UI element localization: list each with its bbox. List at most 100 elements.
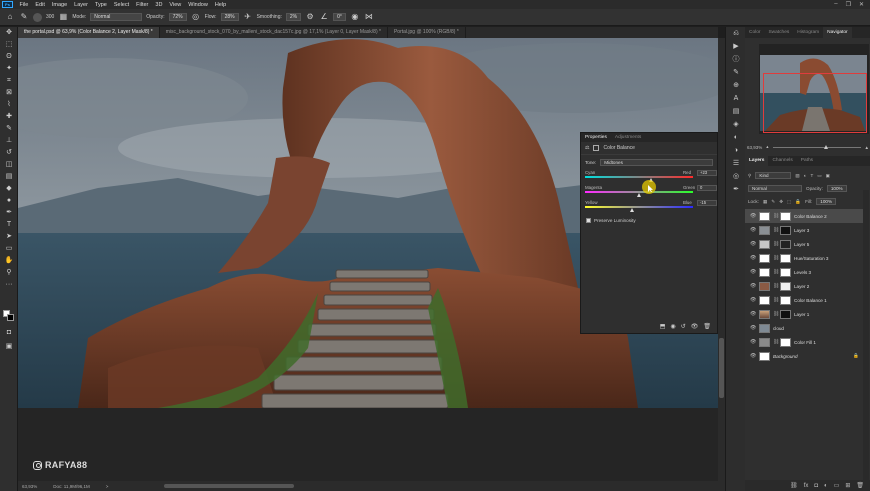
layer-opacity-field[interactable]: 100% [826, 185, 847, 192]
menu-filter[interactable]: Filter [133, 2, 152, 8]
flow-field[interactable]: 28% [220, 13, 239, 21]
menu-3d[interactable]: 3D [152, 2, 166, 8]
symmetry-icon[interactable]: ⋈ [364, 12, 374, 22]
status-zoom[interactable]: 63,93% [22, 484, 37, 489]
status-arrow[interactable]: > [106, 484, 109, 489]
layer-row[interactable]: 👁 ⛓ Layer 5 [745, 237, 863, 251]
preserve-luminosity-checkbox[interactable]: Preserve Luminosity [581, 215, 717, 226]
navigator-zoom-slider[interactable] [772, 144, 861, 149]
brush-settings-icon[interactable]: ✎ [726, 66, 746, 79]
brush-tool-icon[interactable]: ✎ [0, 123, 18, 135]
layer-name[interactable]: Background [773, 354, 798, 359]
menu-layer[interactable]: Layer [71, 2, 92, 8]
brush-settings-icon[interactable]: ▦ [58, 12, 68, 22]
slider-value-field[interactable]: -15 [697, 200, 717, 206]
layer-name[interactable]: Layer 5 [794, 242, 809, 247]
tab-paths[interactable]: Paths [797, 156, 817, 166]
crop-tool-icon[interactable]: ⌗ [0, 75, 18, 87]
mask-icon[interactable] [593, 145, 600, 151]
opacity-field[interactable]: 72% [168, 13, 187, 21]
layer-row[interactable]: 👁 cloud [745, 321, 863, 335]
lock-artboard-icon[interactable]: ⬚ [787, 199, 791, 205]
type-tool-icon[interactable]: T [0, 219, 18, 231]
airbrush-icon[interactable]: ✈ [243, 12, 253, 22]
move-tool-icon[interactable]: ✥ [0, 27, 18, 39]
lock-pixels-icon[interactable]: ▦ [763, 199, 767, 205]
eyedropper-icon[interactable]: ⌇ [0, 99, 18, 111]
layer-name[interactable]: Layer 1 [794, 312, 809, 317]
visibility-eye-icon[interactable]: 👁 [750, 255, 756, 261]
tab-color[interactable]: Color [745, 27, 764, 38]
filter-smart-icon[interactable]: ▣ [826, 173, 830, 179]
visibility-eye-icon[interactable]: 👁 [750, 241, 756, 247]
lock-position-icon[interactable]: ✥ [779, 199, 783, 205]
quick-mask-icon[interactable]: ◘ [0, 327, 18, 339]
close-button[interactable]: ✕ [859, 1, 864, 8]
quick-select-icon[interactable]: ✦ [0, 63, 18, 75]
view-previous-icon[interactable]: ◉ [670, 323, 675, 330]
slider-value-field[interactable]: +23 [697, 170, 717, 176]
marquee-tool-icon[interactable]: ⬚ [0, 39, 18, 51]
visibility-eye-icon[interactable]: 👁 [750, 325, 756, 331]
checkbox-box[interactable] [586, 218, 591, 223]
layer-mask-thumbnail[interactable] [780, 267, 791, 277]
visibility-icon[interactable]: 👁 [691, 323, 699, 330]
dodge-tool-icon[interactable]: ● [0, 195, 18, 207]
visibility-eye-icon[interactable]: 👁 [750, 311, 756, 317]
pen-tool-icon[interactable]: ✒ [0, 207, 18, 219]
history-icon[interactable]: ⎌ [726, 27, 746, 40]
clone-source-icon[interactable]: ⊕ [726, 79, 746, 92]
layer-mask-thumbnail[interactable] [780, 337, 791, 347]
pressure-size-icon[interactable]: ◉ [350, 12, 360, 22]
layer-mask-thumbnail[interactable] [780, 239, 791, 249]
navigator-view-box[interactable] [763, 73, 867, 133]
visibility-eye-icon[interactable]: 👁 [750, 353, 756, 359]
layer-mask-thumbnail[interactable] [780, 309, 791, 319]
brush-preset-icon[interactable] [33, 12, 42, 22]
shape-tool-icon[interactable]: ▭ [0, 243, 18, 255]
maximize-button[interactable]: ❐ [846, 1, 851, 8]
filter-adjustment-icon[interactable]: ◐ [804, 173, 807, 178]
tab-navigator[interactable]: Navigator [823, 27, 852, 38]
blend-mode-select[interactable]: Normal [748, 185, 802, 192]
layer-row[interactable]: 👁 ⛓ Layer 3 [745, 223, 863, 237]
tab-histogram[interactable]: Histogram [793, 27, 823, 38]
slider-knob[interactable] [630, 208, 634, 212]
layer-name[interactable]: Color Balance 1 [794, 298, 827, 303]
lock-paint-icon[interactable]: ✎ [771, 199, 775, 205]
layer-name[interactable]: cloud [773, 326, 784, 331]
menu-select[interactable]: Select [110, 2, 132, 8]
layer-name[interactable]: Color Balance 2 [794, 214, 827, 219]
layer-mask-thumbnail[interactable] [780, 211, 791, 221]
menu-edit[interactable]: Edit [32, 2, 48, 8]
menu-type[interactable]: Type [91, 2, 110, 8]
reset-icon[interactable]: ↺ [681, 323, 686, 330]
visibility-eye-icon[interactable]: 👁 [750, 297, 756, 303]
horizontal-scrollbar[interactable] [164, 484, 295, 488]
mode-select[interactable]: Normal [90, 13, 143, 21]
paths-icon[interactable]: ✒ [726, 183, 746, 196]
layer-kind-select[interactable]: Kind [755, 172, 792, 179]
layer-row[interactable]: 👁 ⛓ Color Balance 1 [745, 293, 863, 307]
clip-to-layer-icon[interactable]: ⬒ [660, 323, 666, 330]
layer-row[interactable]: 👁 ⛓ Hue/Saturation 3 [745, 251, 863, 265]
frame-tool-icon[interactable]: ⊠ [0, 87, 18, 99]
properties-icon[interactable]: ▤ [726, 105, 746, 118]
adjustments-icon[interactable]: ◑ [726, 144, 746, 157]
filter-pixel-icon[interactable]: ▨ [795, 173, 799, 179]
channels-icon[interactable]: ◎ [726, 170, 746, 183]
layer-fill-field[interactable]: 100% [816, 198, 837, 205]
layer-row[interactable]: 👁 ⛓ Color Balance 2 [745, 209, 863, 223]
tab-properties[interactable]: Properties [581, 135, 611, 140]
angle-field[interactable]: 0° [333, 13, 346, 21]
slider-value-field[interactable]: 0 [697, 185, 717, 191]
add-mask-icon[interactable]: ◘ [814, 483, 818, 489]
layer-mask-thumbnail[interactable] [780, 295, 791, 305]
navigator-zoom-value[interactable]: 63,93% [747, 145, 762, 150]
pressure-opacity-icon[interactable]: ◎ [191, 12, 201, 22]
healing-brush-icon[interactable]: ✚ [0, 111, 18, 123]
visibility-eye-icon[interactable]: 👁 [750, 269, 756, 275]
tab-the-portal[interactable]: the portal.psd @ 63,9% (Color Balance 2,… [18, 27, 160, 38]
new-group-icon[interactable]: ▭ [834, 482, 840, 489]
tab-adjustments[interactable]: Adjustments [611, 135, 645, 140]
